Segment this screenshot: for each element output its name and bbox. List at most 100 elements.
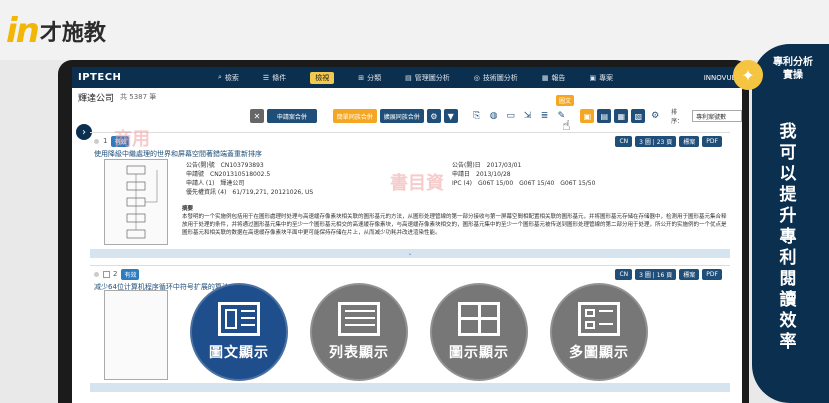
select-checkbox[interactable] <box>103 270 110 278</box>
gear-icon[interactable]: ⚙ <box>426 109 441 123</box>
abstract: 摘要 本發明的一个实施例包括用于在圖形處理时处理与高速緩存像素块相关联的圖形基元… <box>182 205 730 237</box>
result-number: 2 <box>113 270 118 278</box>
country-button[interactable]: CN <box>615 268 633 280</box>
sort-label: 排序： <box>671 109 684 125</box>
settings-icon[interactable]: ⚙ <box>648 109 662 123</box>
user-name[interactable]: INNOVUE <box>704 74 736 82</box>
watermark-stamp: 書目資 <box>390 173 444 194</box>
multi-image-icon <box>578 302 620 336</box>
logo-text: 才施教 <box>39 21 106 46</box>
view-list-icon[interactable]: ▤ <box>597 109 612 123</box>
text-image-icon <box>218 302 260 336</box>
nav-search[interactable]: ⌕ 檢索 <box>218 73 239 83</box>
view-mode-label: 多圖顯示 <box>569 345 629 361</box>
pdf-button[interactable]: PDF <box>702 135 722 147</box>
country-button[interactable]: CN <box>615 135 633 147</box>
top-nav: IPTECH ⌕ 檢索 ☰ 條件 檢視 ⊞ 分類 ▤ 管理圖分析 ◎ 技術圖分析 ▦ 報告 … <box>72 67 742 88</box>
status-dot <box>94 271 99 277</box>
publication-date: 公告(開)日 2017/03/01 <box>452 162 522 169</box>
view-mode-label: 圖文顯示 <box>209 345 269 361</box>
patent-drawing[interactable] <box>104 159 168 245</box>
card-actions: CN 3 圖 | 16 頁 標案 PDF <box>615 268 722 280</box>
pages-button[interactable]: 3 圖 | 23 頁 <box>635 135 677 147</box>
view-text-image-option[interactable]: 圖文顯示 <box>190 283 288 381</box>
report-icon: ▦ <box>541 73 549 82</box>
nav-classify[interactable]: ⊞ 分類 <box>358 73 381 83</box>
patent-drawing[interactable] <box>104 290 168 380</box>
result-header: 輝達公司 共 5387 筆 <box>72 88 742 106</box>
grid-icon <box>458 302 500 336</box>
view-mode-label: 圖示顯示 <box>449 345 509 361</box>
view-text-image-icon[interactable]: ▣ <box>580 109 595 123</box>
mark-button[interactable]: 標案 <box>679 135 700 147</box>
nav-report[interactable]: ▦ 報告 <box>542 73 566 83</box>
nav-mgmt-analysis[interactable]: ▤ 管理圖分析 <box>405 73 450 83</box>
pages-button[interactable]: 3 圖 | 16 頁 <box>635 268 677 280</box>
status-dot <box>94 138 99 144</box>
nav-conditions[interactable]: ☰ 條件 <box>263 73 286 83</box>
nav-view[interactable]: 檢視 <box>310 71 335 84</box>
tech-icon: ◎ <box>473 73 480 82</box>
result-count: 共 5387 筆 <box>120 93 157 101</box>
card-top: 2 有效 CN 3 圖 | 16 頁 標案 PDF <box>90 266 730 282</box>
view-grid-icon[interactable]: ▦ <box>614 109 629 123</box>
view-mode-options: 圖文顯示 列表顯示 圖示顯示 多圖顯示 <box>190 283 648 381</box>
card-top: 1 有效 CN 3 圖 | 23 頁 標案 PDF <box>90 133 730 149</box>
filter-icon[interactable]: ▼ <box>443 109 458 123</box>
side-panel-vertical-text: 我可以提升專利閱讀效率 <box>779 122 797 352</box>
translate-icon[interactable]: ⎘ <box>470 109 484 123</box>
top-background <box>0 0 829 60</box>
company-name: 輝達公司 <box>78 93 115 104</box>
brand-logo: in 才施教 <box>6 6 106 56</box>
expand-bar[interactable] <box>90 383 730 392</box>
logo-mark: in <box>6 11 40 51</box>
search-icon: ⌕ <box>218 73 222 81</box>
meta-left: 公告(開)號 CN103793893 申請號 CN201310518002.5 … <box>186 161 313 197</box>
publication-number: 公告(開)號 CN103793893 <box>186 162 264 169</box>
priority-info: 優先權資訊 (4) 61/719,271, 20121026, US <box>186 189 314 196</box>
view-list-option[interactable]: 列表顯示 <box>310 283 408 381</box>
chart-icon: ▤ <box>405 73 412 82</box>
ipc-codes: IPC (4) G06T 15/00 G06T 15/40 G06T 15/50 <box>452 180 596 187</box>
application-date: 申請日 2013/10/28 <box>452 171 511 178</box>
toolbar: ✕ 申請案合併 簡單同族合併 擴展同族合併 ⚙ ▼ ⎘ ◍ ▭ ⇲ ≣ ✎ ▣ … <box>72 95 742 134</box>
view-multi-icon[interactable]: ▧ <box>631 109 646 123</box>
side-panel-title: 專利分析 實操 <box>773 57 813 81</box>
card-actions: CN 3 圖 | 23 頁 標案 PDF <box>615 135 722 147</box>
close-button[interactable]: ✕ <box>250 109 264 123</box>
project-icon: ▣ <box>589 73 597 82</box>
result-card: 1 有效 CN 3 圖 | 23 頁 標案 PDF 使用降級中繼處理的世界和屏幕… <box>90 129 730 250</box>
nav-project[interactable]: ▣ 專案 <box>589 73 613 83</box>
app-brand: IPTECH <box>78 72 122 83</box>
expand-bar[interactable]: ⌄ <box>90 249 730 258</box>
simple-family-merge-button[interactable]: 簡單同族合併 <box>332 109 377 123</box>
nav-tech-analysis[interactable]: ◎ 技術圖分析 <box>474 73 518 83</box>
filter-icon: ☰ <box>262 73 270 82</box>
merge-application-button[interactable]: 申請案合併 <box>266 109 317 123</box>
export-icon[interactable]: ⇲ <box>521 109 535 123</box>
watermark-stamp: 商用 <box>114 129 150 150</box>
globe-icon[interactable]: ◍ <box>487 109 501 123</box>
flowchart-icon <box>126 165 158 239</box>
result-number: 1 <box>103 137 108 145</box>
extended-family-merge-button[interactable]: 擴展同族合併 <box>379 109 424 123</box>
view-multi-option[interactable]: 多圖顯示 <box>550 283 648 381</box>
list-icon[interactable]: ≣ <box>538 109 552 123</box>
folder-icon[interactable]: ▭ <box>504 109 518 123</box>
tree-icon: ⊞ <box>358 73 365 82</box>
abstract-text: 本發明的一个实施例包括用于在圖形處理时处理与高速緩存像素块相关联的圖形基元的方法… <box>182 214 727 236</box>
list-icon <box>338 302 380 336</box>
mark-button[interactable]: 標案 <box>679 268 700 280</box>
sort-select[interactable]: 專利案號數 <box>692 110 742 122</box>
view-grid-option[interactable]: 圖示顯示 <box>430 283 528 381</box>
abstract-heading: 摘要 <box>182 206 194 212</box>
tooltip: 圖文 <box>556 95 575 106</box>
meta-right: 公告(開)日 2017/03/01 申請日 2013/10/28 IPC (4)… <box>452 161 595 188</box>
application-number: 申請號 CN201310518002.5 <box>186 171 271 178</box>
pdf-button[interactable]: PDF <box>702 268 722 280</box>
status-badge: 有效 <box>121 268 140 280</box>
patent-title[interactable]: 使用降級中繼處理的世界和屏幕空間著錯端蓋重新排序 <box>90 149 730 159</box>
view-mode-label: 列表顯示 <box>329 345 389 361</box>
lightbulb-icon: ✦ <box>733 60 763 90</box>
applicant: 申請人 (1) 輝達公司 <box>186 180 245 187</box>
